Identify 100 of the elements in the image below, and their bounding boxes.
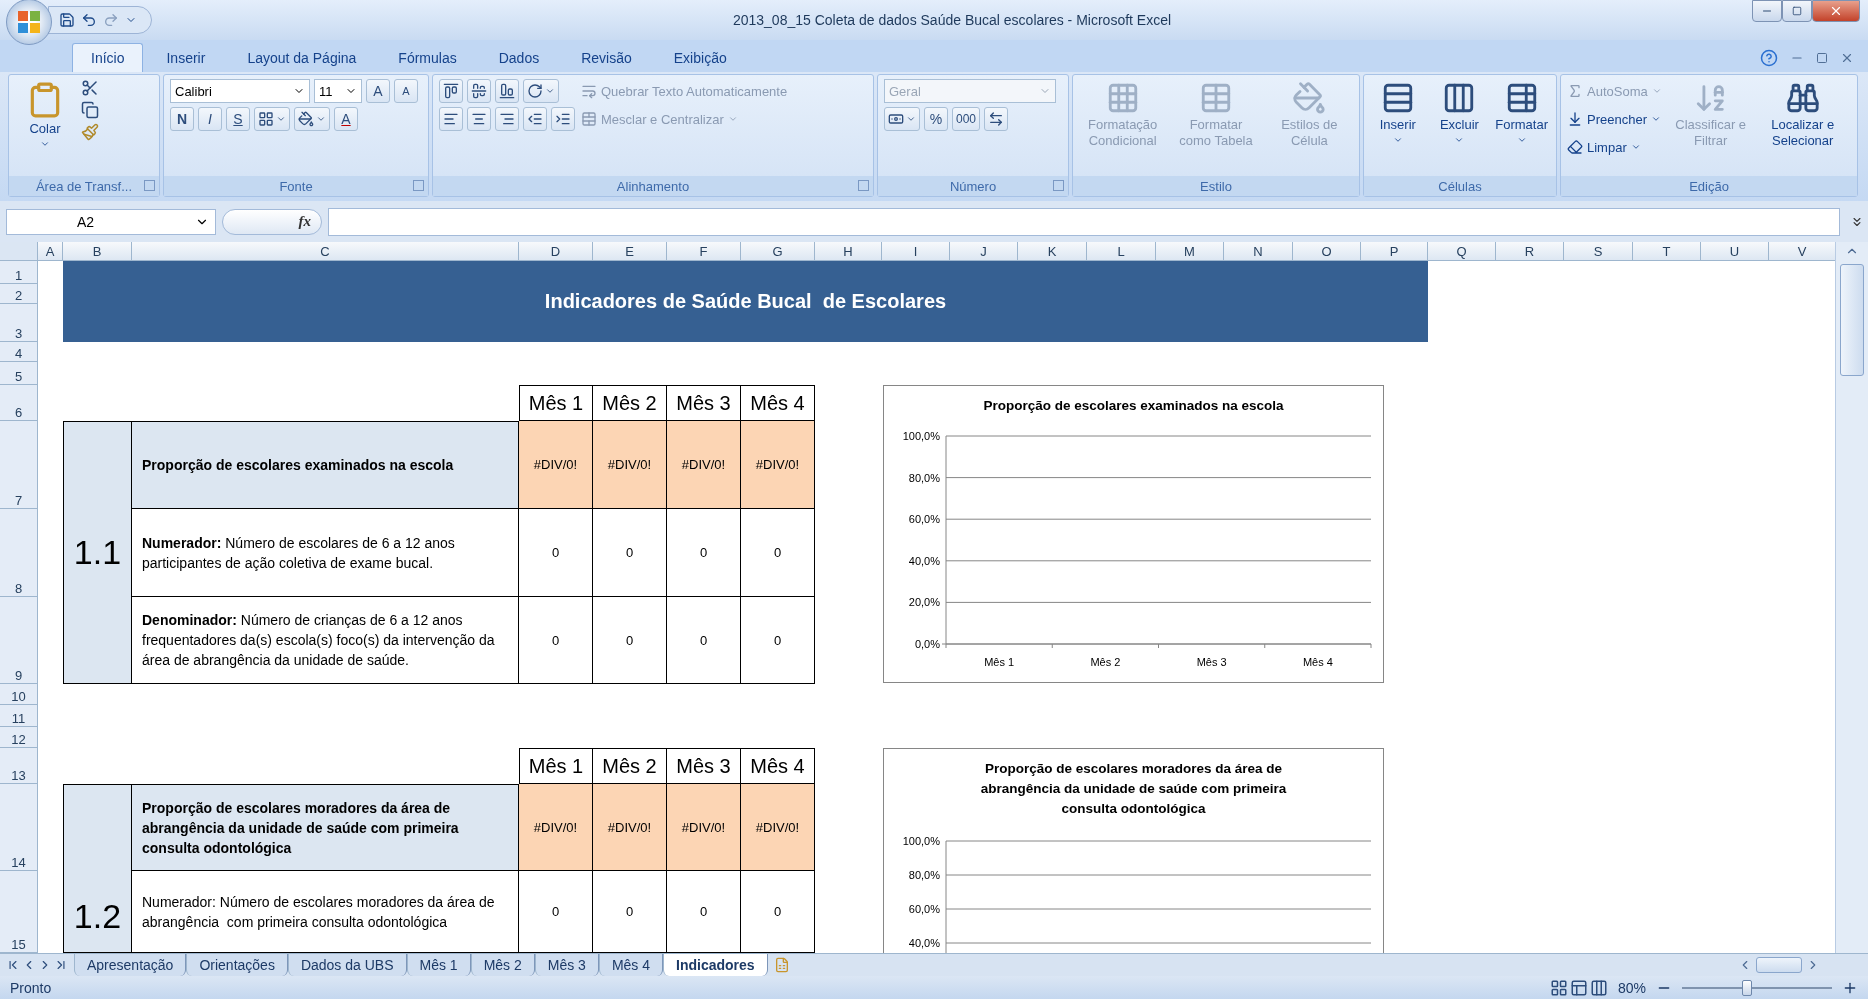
restore-icon[interactable] bbox=[1816, 52, 1828, 64]
align-left-button[interactable] bbox=[439, 107, 463, 131]
italic-button[interactable]: I bbox=[198, 107, 222, 131]
decrease-indent-button[interactable] bbox=[523, 107, 547, 131]
undo-icon[interactable] bbox=[81, 12, 97, 28]
percent-button[interactable]: % bbox=[924, 107, 948, 131]
scroll-thumb[interactable] bbox=[1756, 957, 1802, 973]
row-header[interactable]: 3 bbox=[0, 304, 38, 342]
ribbon-tab[interactable]: Revisão bbox=[562, 43, 651, 72]
row-header[interactable]: 15 bbox=[0, 871, 38, 953]
row-header[interactable]: 11 bbox=[0, 705, 38, 727]
row-header[interactable]: 7 bbox=[0, 421, 38, 509]
align-right-button[interactable] bbox=[495, 107, 519, 131]
ribbon-tab[interactable]: Inserir bbox=[147, 43, 225, 72]
ribbon-tab[interactable]: Layout da Página bbox=[228, 43, 376, 72]
column-header[interactable]: E bbox=[593, 242, 667, 261]
row-header[interactable]: 9 bbox=[0, 597, 38, 684]
row-header[interactable]: 8 bbox=[0, 509, 38, 597]
column-header[interactable]: A bbox=[38, 242, 63, 261]
grow-font-button[interactable]: A bbox=[366, 79, 390, 103]
row-header[interactable]: 1 bbox=[0, 261, 38, 284]
first-sheet-icon[interactable] bbox=[6, 958, 20, 972]
column-header[interactable]: T bbox=[1633, 242, 1701, 261]
page-break-icon[interactable] bbox=[1589, 978, 1608, 997]
column-header[interactable]: P bbox=[1361, 242, 1428, 261]
sheet-tab[interactable]: Mês 4 bbox=[598, 954, 663, 976]
column-header[interactable]: U bbox=[1701, 242, 1769, 261]
row-header[interactable]: 13 bbox=[0, 748, 38, 784]
column-header[interactable]: C bbox=[132, 242, 519, 261]
column-header[interactable]: V bbox=[1769, 242, 1835, 261]
bottom-align-button[interactable] bbox=[495, 79, 519, 103]
thousands-button[interactable]: 000 bbox=[952, 107, 981, 131]
row-header[interactable]: 10 bbox=[0, 684, 38, 705]
fill-color-button[interactable] bbox=[294, 107, 330, 131]
restore-button[interactable] bbox=[1782, 0, 1812, 22]
zoom-thumb[interactable] bbox=[1741, 979, 1752, 996]
cells-button[interactable]: Inserir bbox=[1370, 79, 1426, 147]
help-icon[interactable] bbox=[1760, 49, 1778, 67]
row-header[interactable]: 14 bbox=[0, 784, 38, 871]
close-button[interactable] bbox=[1812, 0, 1860, 22]
column-header[interactable]: G bbox=[741, 242, 815, 261]
column-header[interactable]: I bbox=[882, 242, 950, 261]
row-header[interactable]: 6 bbox=[0, 385, 38, 421]
ribbon-tab[interactable]: Fórmulas bbox=[379, 43, 476, 72]
cut-icon[interactable] bbox=[81, 79, 99, 97]
middle-align-button[interactable] bbox=[467, 79, 491, 103]
shrink-font-button[interactable]: A bbox=[394, 79, 418, 103]
row-header[interactable]: 5 bbox=[0, 362, 38, 385]
top-align-button[interactable] bbox=[439, 79, 463, 103]
editing-button[interactable]: Limpar bbox=[1567, 135, 1662, 159]
column-header[interactable]: Q bbox=[1428, 242, 1496, 261]
minimize-button[interactable] bbox=[1752, 0, 1782, 22]
column-header[interactable]: J bbox=[950, 242, 1018, 261]
page-layout-icon[interactable] bbox=[1569, 978, 1588, 997]
column-header[interactable]: B bbox=[63, 242, 132, 261]
column-header[interactable]: L bbox=[1087, 242, 1156, 261]
orientation-button[interactable] bbox=[523, 79, 559, 103]
sheet-tab[interactable]: Dados da UBS bbox=[287, 954, 407, 976]
bold-button[interactable]: N bbox=[170, 107, 194, 131]
last-sheet-icon[interactable] bbox=[54, 958, 68, 972]
column-header[interactable]: D bbox=[519, 242, 593, 261]
ribbon-tab[interactable]: Início bbox=[72, 43, 144, 72]
cells-button[interactable]: Excluir bbox=[1431, 79, 1488, 147]
align-center-button[interactable] bbox=[467, 107, 491, 131]
column-header[interactable]: O bbox=[1293, 242, 1361, 261]
decimal-button[interactable] bbox=[984, 107, 1009, 131]
close-icon[interactable] bbox=[1840, 51, 1854, 65]
normal-view-icon[interactable] bbox=[1549, 978, 1568, 997]
row-header[interactable]: 4 bbox=[0, 342, 38, 362]
paste-button[interactable]: Colar bbox=[15, 79, 75, 151]
cells-button[interactable]: Formatar bbox=[1493, 79, 1550, 147]
column-header[interactable]: R bbox=[1496, 242, 1564, 261]
editing-button[interactable]: Preencher bbox=[1567, 107, 1662, 131]
column-header[interactable]: K bbox=[1018, 242, 1087, 261]
sheet-tab[interactable]: Apresentação bbox=[74, 954, 187, 976]
scroll-thumb[interactable] bbox=[1840, 264, 1864, 376]
editing-button[interactable]: Localizar e Selecionar bbox=[1759, 79, 1846, 151]
column-header[interactable]: M bbox=[1156, 242, 1224, 261]
font-name-field[interactable]: Calibri bbox=[170, 79, 310, 103]
font-color-button[interactable]: A bbox=[334, 107, 358, 131]
office-button[interactable] bbox=[6, 0, 52, 45]
save-icon[interactable] bbox=[59, 12, 75, 28]
ribbon-tab[interactable]: Dados bbox=[479, 43, 559, 72]
copy-icon[interactable] bbox=[81, 101, 99, 119]
row-header[interactable]: 12 bbox=[0, 727, 38, 748]
row-header[interactable]: 2 bbox=[0, 284, 38, 304]
sheet-tab[interactable]: Orientações bbox=[186, 954, 288, 976]
increase-indent-button[interactable] bbox=[551, 107, 575, 131]
vertical-scrollbar[interactable] bbox=[1835, 242, 1868, 953]
name-box[interactable]: A2 bbox=[6, 208, 216, 235]
ribbon-tab[interactable]: Exibição bbox=[654, 43, 746, 72]
column-header[interactable]: F bbox=[667, 242, 741, 261]
underline-button[interactable]: S bbox=[226, 107, 250, 131]
column-header[interactable]: S bbox=[1564, 242, 1633, 261]
font-size-field[interactable]: 11 bbox=[314, 79, 362, 103]
borders-button[interactable] bbox=[254, 107, 290, 131]
sheet-tab[interactable]: Mês 1 bbox=[406, 954, 471, 976]
column-header[interactable]: N bbox=[1224, 242, 1293, 261]
sheet-tab[interactable]: Mês 3 bbox=[534, 954, 599, 976]
sheet-tab[interactable]: Indicadores bbox=[663, 954, 768, 976]
